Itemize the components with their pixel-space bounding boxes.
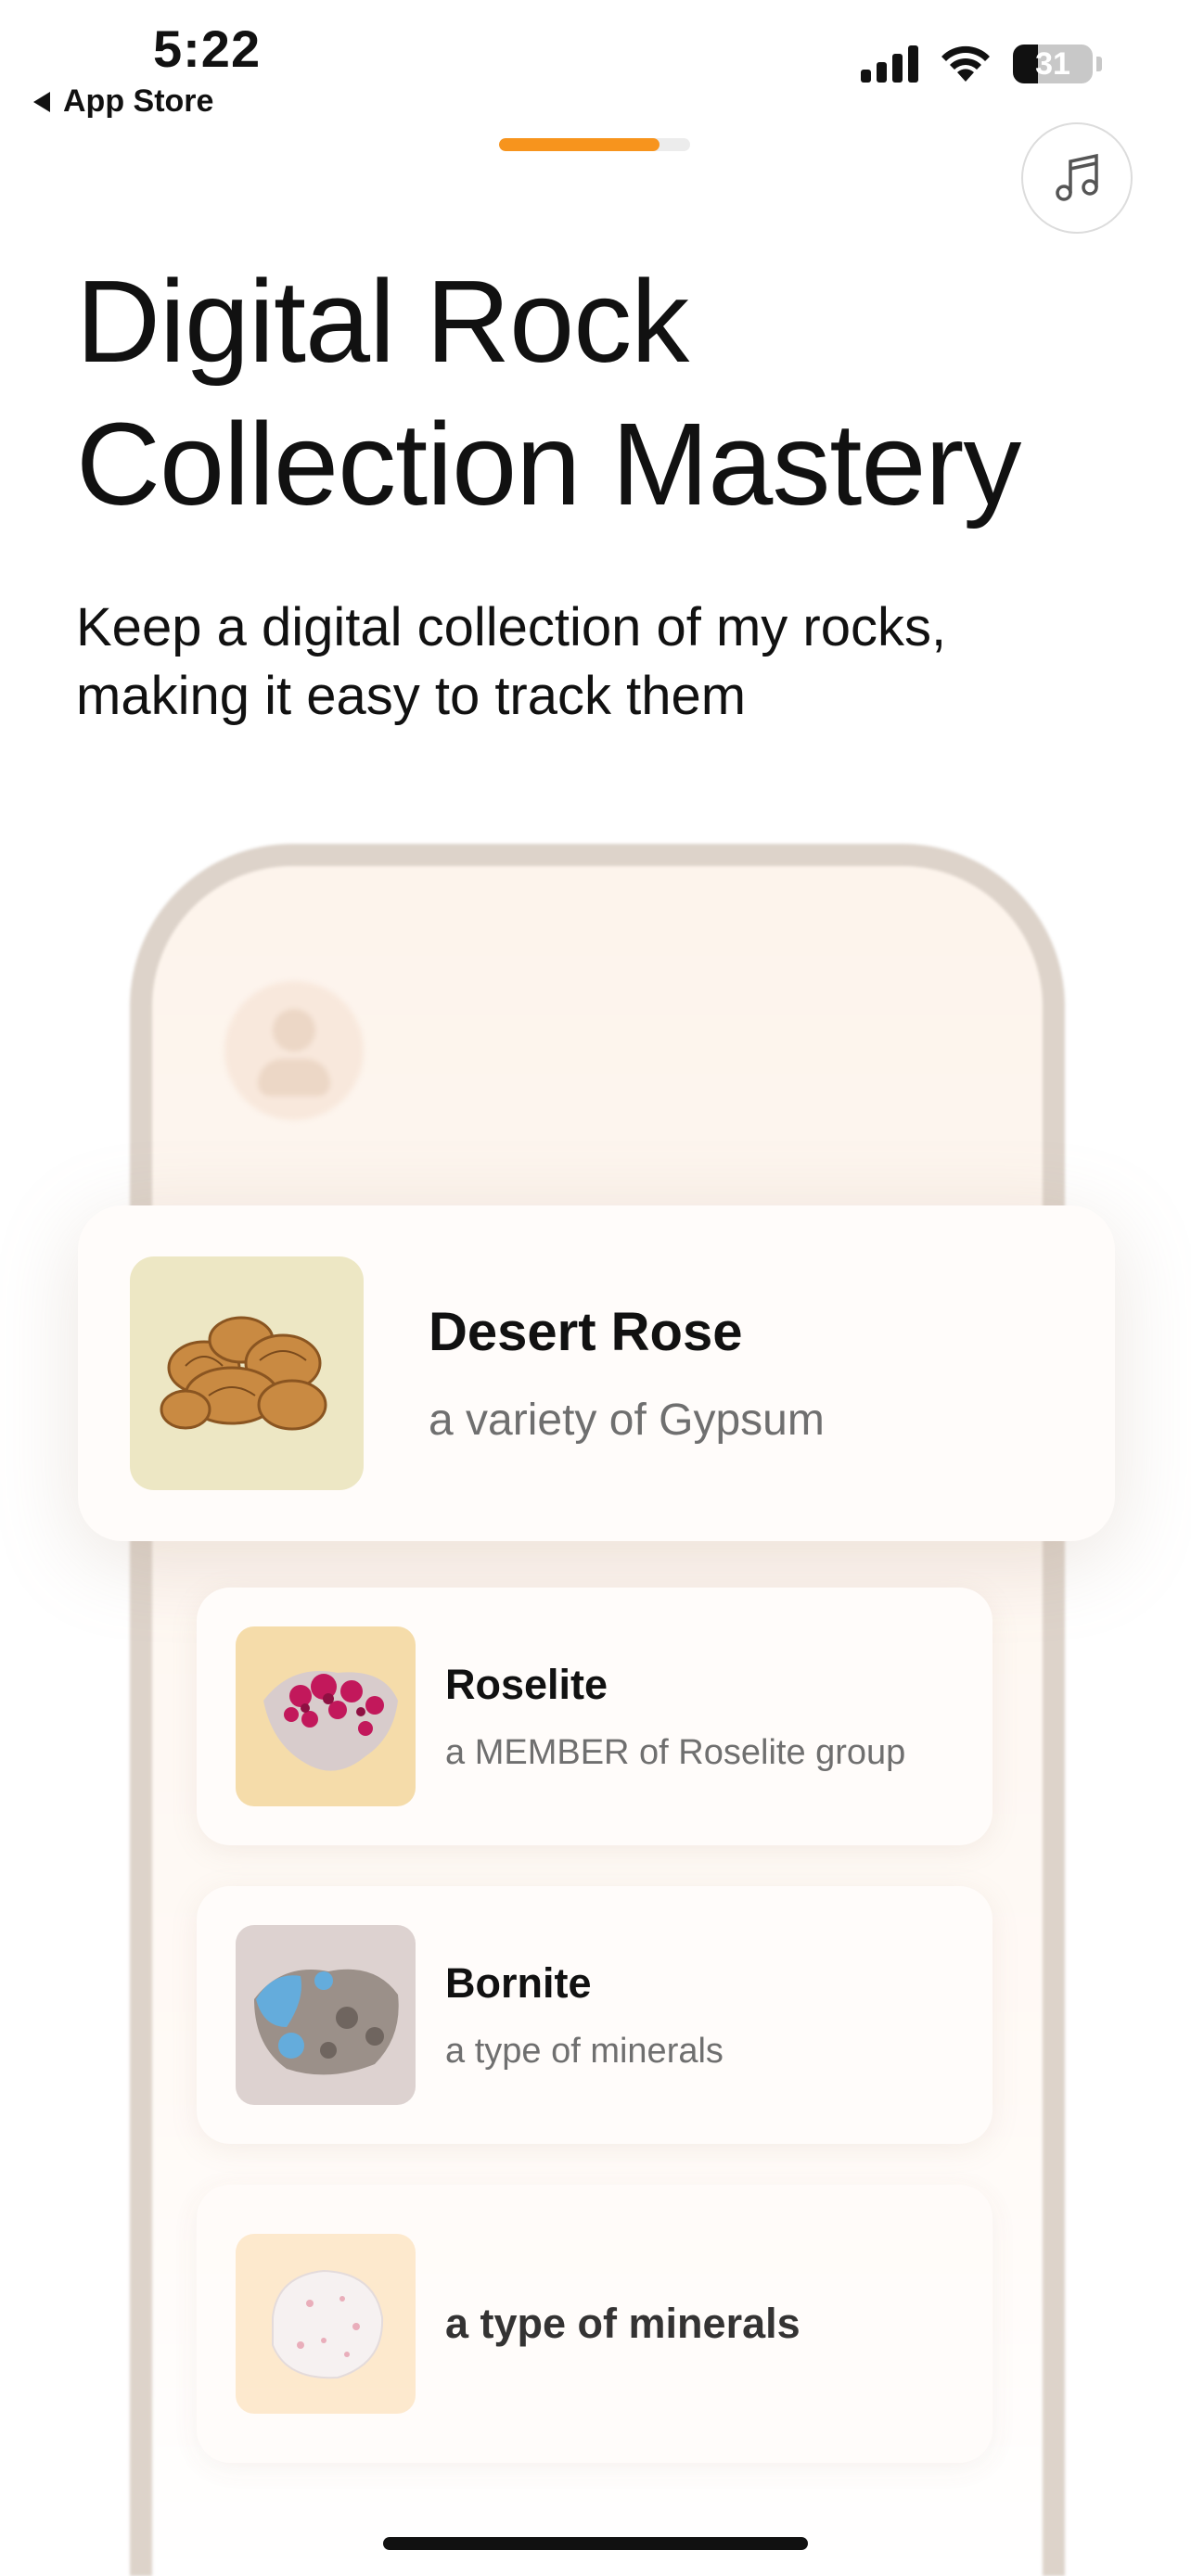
back-label: App Store	[63, 83, 214, 119]
featured-title: Desert Rose	[429, 1302, 743, 1362]
battery-icon: 31	[1013, 45, 1093, 83]
list-item-title: Roselite	[445, 1660, 608, 1708]
battery-cap	[1096, 57, 1102, 71]
list-item: Bornite a type of minerals	[197, 1886, 992, 2144]
list-item: a type of minerals	[197, 2185, 992, 2463]
desert-rose-image	[130, 1256, 364, 1490]
back-arrow-icon	[33, 91, 50, 112]
wifi-icon	[941, 45, 990, 82]
roselite-image	[236, 1626, 416, 1806]
onboarding-progress	[499, 138, 690, 151]
list-item-subtitle: a MEMBER of Roselite group	[445, 1732, 906, 1772]
page-title: Digital Rock Collection Mastery	[76, 256, 1021, 529]
list-item-subtitle: a type of minerals	[445, 2031, 724, 2071]
list-item-title: Bornite	[445, 1958, 592, 2007]
home-indicator	[383, 2537, 808, 2550]
featured-subtitle: a variety of Gypsum	[429, 1396, 825, 1445]
battery-level: 31	[1035, 46, 1070, 82]
progress-fill	[499, 138, 660, 151]
status-time: 5:22	[153, 19, 262, 78]
music-toggle-button[interactable]	[1021, 122, 1133, 234]
white-mineral-image	[236, 2234, 416, 2414]
page-subtitle: Keep a digital collection of my rocks, m…	[76, 597, 947, 726]
list-item: Roselite a MEMBER of Roselite group	[197, 1588, 992, 1845]
avatar	[224, 981, 364, 1120]
bornite-image	[236, 1925, 416, 2105]
signal-icon	[861, 45, 918, 83]
back-to-app-store-link[interactable]: App Store	[33, 83, 213, 120]
music-note-icon	[1056, 153, 1098, 201]
featured-rock-card: Desert Rose a variety of Gypsum	[78, 1205, 1115, 1541]
list-item-title: a type of minerals	[445, 2300, 800, 2347]
status-icons: 31	[861, 45, 1102, 83]
